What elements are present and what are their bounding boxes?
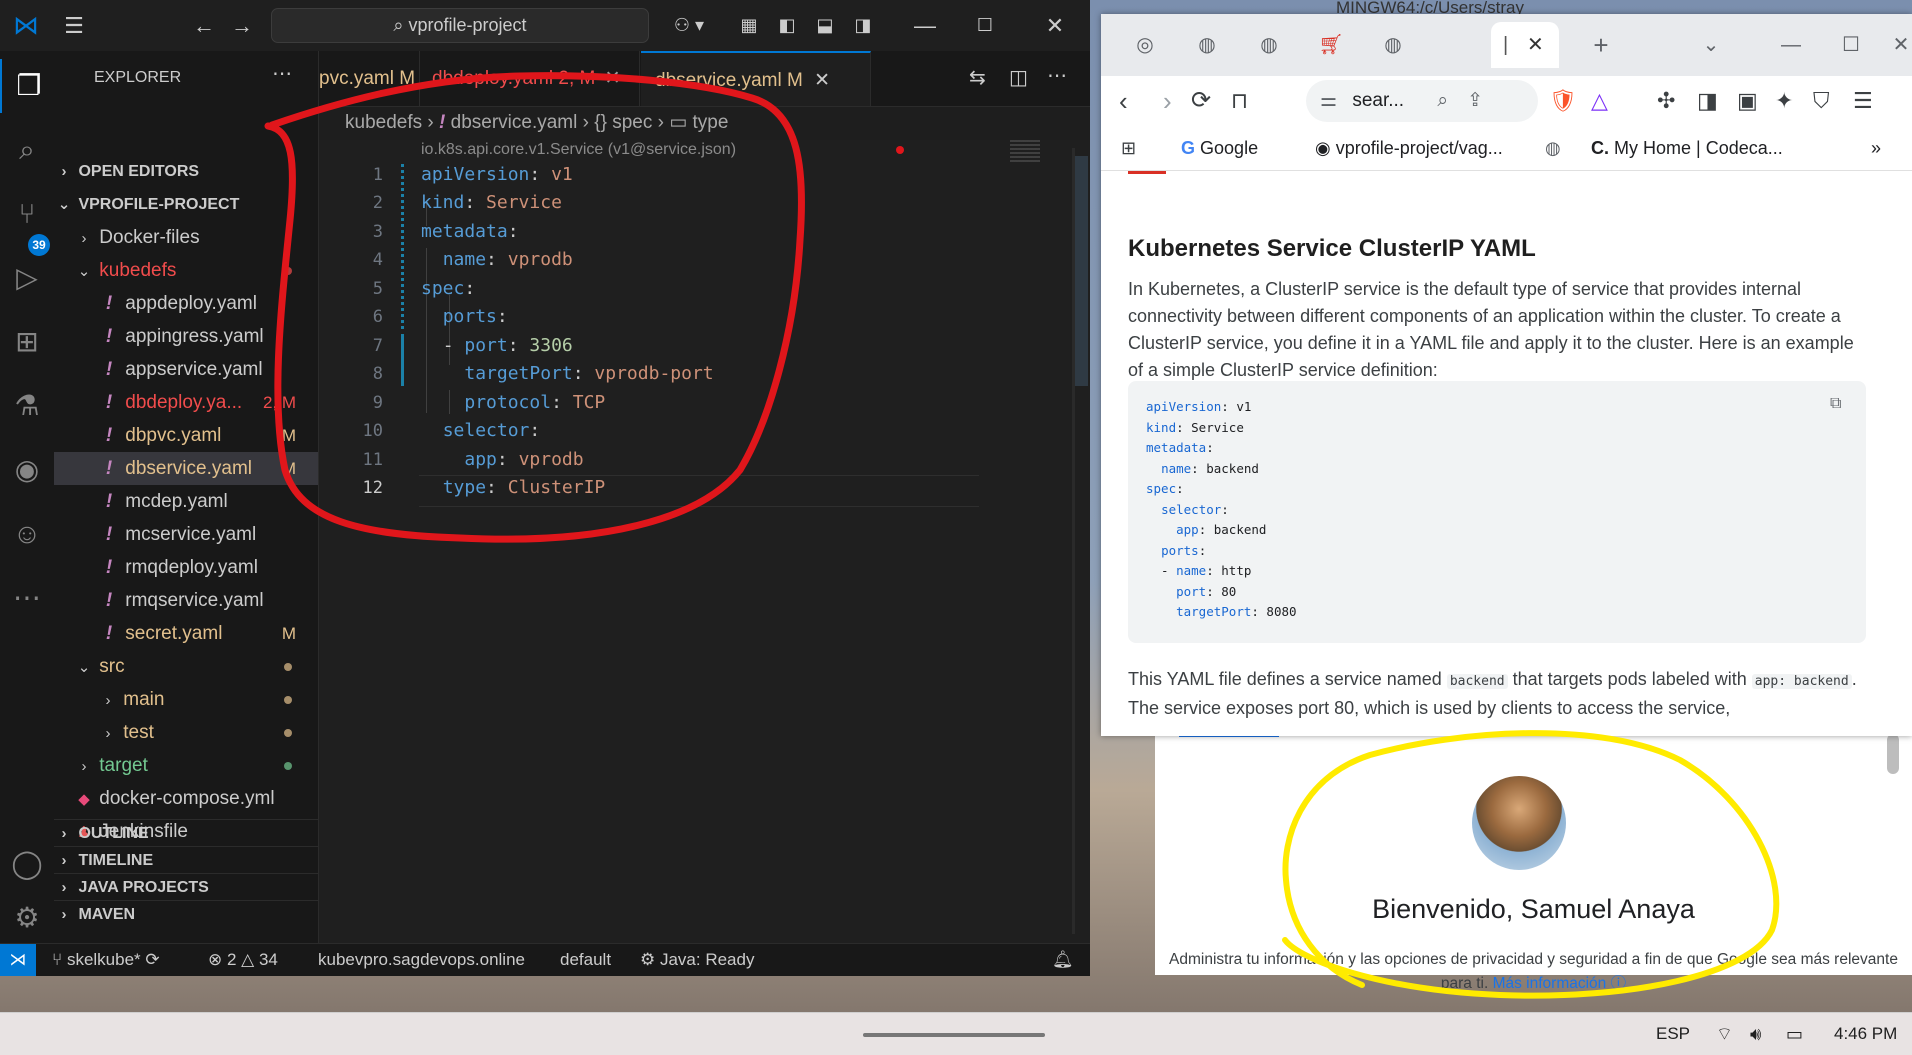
language-indicator[interactable]: ESP bbox=[1656, 1013, 1690, 1055]
taskbar-handle[interactable] bbox=[863, 1033, 1045, 1037]
annotation-overlay bbox=[264, 72, 1780, 999]
volume-icon[interactable]: 🔊︎ bbox=[1750, 1013, 1761, 1055]
taskbar: ESP ⌔ 🔊︎ ▭ 4:46 PM bbox=[0, 1012, 1912, 1055]
wifi-icon[interactable]: ⌔ bbox=[1716, 1013, 1733, 1055]
red-annotation-circle bbox=[264, 72, 806, 543]
clock[interactable]: 4:46 PM bbox=[1834, 1013, 1897, 1055]
battery-icon[interactable]: ▭ bbox=[1786, 1013, 1803, 1055]
red-annotation-dot bbox=[896, 146, 904, 154]
yellow-annotation-circle bbox=[1282, 730, 1780, 999]
